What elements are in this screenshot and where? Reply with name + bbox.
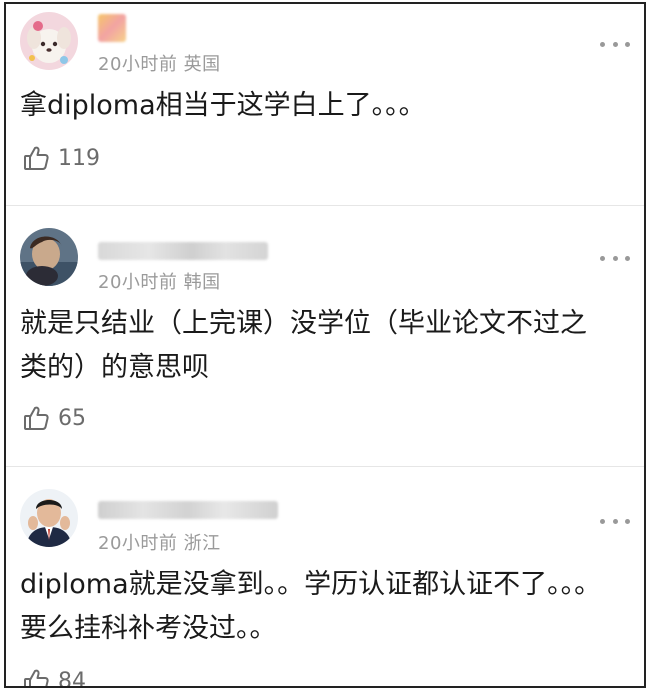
like-count: 65 <box>58 405 86 431</box>
comment-item: 20小时前 韩国 就是只结业（上完课）没学位（毕业论文不过之 类的）的意思呗 6… <box>6 205 644 466</box>
comment-meta: 20小时前 浙江 <box>98 533 221 554</box>
like-count: 84 <box>58 668 86 688</box>
thumbs-up-icon <box>24 669 49 686</box>
comment-item: 20小时前 英国 拿diploma相当于这学白上了。。。 119 <box>6 4 644 205</box>
comment-meta: 20小时前 韩国 <box>98 272 221 293</box>
like-button[interactable]: 119 <box>22 144 100 172</box>
more-dots-icon[interactable] <box>600 517 630 525</box>
thumbs-up-icon <box>24 146 49 170</box>
comment-text: 拿diploma相当于这学白上了。。。 <box>20 90 426 121</box>
more-dots-icon[interactable] <box>600 254 630 262</box>
more-dots-icon[interactable] <box>600 40 630 48</box>
comment-item: 20小时前 浙江 diploma就是没拿到。。学历认证都认证不了。。。 要么挂科… <box>6 466 644 688</box>
thumbs-up-icon <box>24 406 49 430</box>
like-count: 119 <box>58 145 100 171</box>
comment-text: 就是只结业（上完课）没学位（毕业论文不过之 类的）的意思呗 <box>20 308 587 383</box>
portrait-avatar[interactable] <box>20 228 78 286</box>
comment-list-screenshot: 20小时前 英国 拿diploma相当于这学白上了。。。 119 20小时前 韩… <box>4 2 646 688</box>
man-in-suit-avatar[interactable] <box>20 489 78 547</box>
blurred-username[interactable] <box>98 501 278 519</box>
comment-text: diploma就是没拿到。。学历认证都认证不了。。。 要么挂科补考没过。。 <box>20 569 602 644</box>
blurred-username[interactable] <box>98 242 268 260</box>
comment-meta: 20小时前 英国 <box>98 54 221 75</box>
blurred-username[interactable] <box>98 14 126 42</box>
like-button[interactable]: 84 <box>22 667 86 688</box>
like-button[interactable]: 65 <box>22 404 86 432</box>
puppy-avatar[interactable] <box>20 12 78 70</box>
